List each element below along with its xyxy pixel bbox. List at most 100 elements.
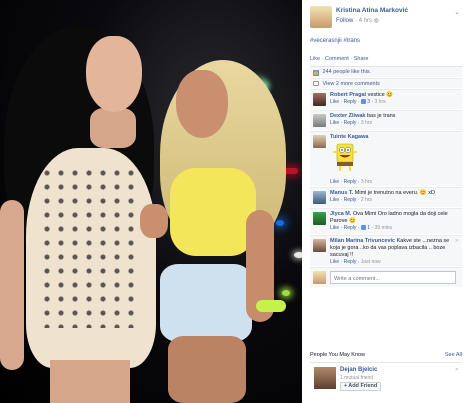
close-icon[interactable]: ✕ [455, 238, 459, 244]
comment-time[interactable]: 3 hrs [361, 179, 372, 185]
add-friend-button[interactable]: +Add Friend [340, 382, 382, 391]
pymk-header: People You May Know See All [310, 352, 462, 361]
pymk-card: Dejan Bjelcic 1 mutual friend +Add Frien… [310, 362, 462, 392]
right-person-wristband [256, 300, 286, 312]
commenter-avatar[interactable] [313, 212, 326, 225]
write-comment-row [310, 267, 462, 287]
right-person-top [170, 168, 256, 256]
people-you-may-know: People You May Know See All Dejan Bjelci… [310, 352, 462, 392]
post-time[interactable]: 4 hrs [359, 18, 372, 24]
spongebob-sticker-icon [333, 143, 357, 171]
comment-meta: Like · Reply · 3 hrs [330, 120, 373, 126]
commenter-name[interactable]: Milan Marina Trivunceviс [330, 238, 395, 244]
commenter-name[interactable]: Dexter Zliwak [330, 113, 365, 119]
comment-time[interactable]: 3 hrs [375, 99, 386, 105]
comment-text: bas je trans [367, 113, 396, 119]
comment-meta: Like · Reply · 2 hrs [330, 197, 373, 203]
comment-body: Milan Marina Trivunceviс Kakve ste ...ne… [330, 238, 458, 266]
comment-time[interactable]: Just now [361, 259, 381, 265]
comment-body: Manus T. Mimi je trenutno na everu. 😊 xD… [330, 190, 458, 204]
comment-reply-link[interactable]: Reply [344, 99, 357, 105]
commenter-avatar[interactable] [313, 239, 326, 252]
separator: · [321, 56, 324, 62]
commenter-avatar[interactable] [313, 191, 326, 204]
author-avatar[interactable] [310, 6, 332, 28]
suggested-avatar[interactable] [314, 367, 336, 389]
post-hashtags[interactable]: #vecerasnjii #trans [310, 38, 360, 44]
comment-reply-link[interactable]: Reply [344, 259, 357, 265]
comment-input[interactable] [330, 271, 456, 284]
separator: · [350, 56, 353, 62]
comment-bubble-icon [313, 81, 319, 86]
comment-like-link[interactable]: Like [330, 120, 339, 126]
view-more-label[interactable]: View 2 more comments [323, 81, 380, 87]
comment-reply-link[interactable]: Reply [344, 120, 357, 126]
view-more-comments[interactable]: View 2 more comments [310, 78, 462, 88]
commenter-name[interactable]: Tuinte Kagawa [330, 134, 368, 140]
post-meta: Follow · 4 hrs ◍ [336, 17, 379, 24]
likes-summary[interactable]: 👍 244 people like this. [310, 66, 462, 77]
comment-body: Tuinte Kagawa [330, 134, 458, 141]
comment-like-link[interactable]: Like [330, 197, 339, 203]
comment-body: Jlyca M. Ova Mimi Oro ladno mogla da doj… [330, 211, 458, 232]
mutual-friends[interactable]: 1 mutual friend [340, 375, 373, 381]
comment-item: Milan Marina Trivunceviс Kakve ste ...ne… [310, 235, 462, 266]
right-person-hand [140, 204, 168, 238]
suggested-name[interactable]: Dejan Bjelcic [340, 367, 377, 373]
comment-like-link[interactable]: Like [330, 259, 339, 265]
comment-like-count[interactable]: 3 [367, 99, 370, 105]
like-link[interactable]: Like [310, 56, 320, 62]
smile-emoji-icon: 😊 [348, 218, 356, 224]
comment-meta-wrap: Like · Reply · 3 hrs [330, 179, 458, 186]
comment-body: Dexter Zliwak bas je trans Like · Reply … [330, 113, 458, 127]
left-person-face [86, 36, 142, 112]
comment-time[interactable]: 2 hrs [361, 197, 372, 203]
comment-like-link[interactable]: Like [330, 99, 339, 105]
commenter-name[interactable]: Manus T. [330, 190, 353, 196]
chevron-down-icon[interactable]: ⌄ [454, 8, 460, 16]
right-person-face [176, 70, 228, 138]
comment-meta: Like · Reply · 3 · 3 hrs [330, 99, 386, 105]
stage-light [276, 220, 284, 226]
comment-reply-link[interactable]: Reply [344, 179, 357, 185]
smile-emoji-icon: 😊 [419, 190, 427, 196]
comment-item: Jlyca M. Ova Mimi Oro ladno mogla da doj… [310, 208, 462, 234]
thumbs-up-icon [360, 225, 366, 230]
comment-item: Dexter Zliwak bas je trans Like · Reply … [310, 110, 462, 130]
right-person-legs [168, 336, 246, 403]
pymk-title: People You May Know [310, 352, 366, 358]
comment-meta: Like · Reply · 3 hrs [330, 179, 373, 185]
comment-link[interactable]: Comment [325, 56, 349, 62]
comment-like-link[interactable]: Like [330, 225, 339, 231]
likes-count-text[interactable]: 244 people like this. [323, 69, 372, 75]
comment-time[interactable]: 39 mins [375, 225, 393, 231]
post-sidebar: Kristina Atina Marković Follow · 4 hrs ◍… [302, 0, 468, 403]
commenter-avatar[interactable] [313, 114, 326, 127]
comment-like-link[interactable]: Like [330, 179, 339, 185]
commenter-name[interactable]: Jlyca M. [330, 211, 351, 217]
comment-like-count[interactable]: 1 [367, 225, 370, 231]
commenter-avatar[interactable] [313, 93, 326, 106]
follow-link[interactable]: Follow [336, 18, 353, 24]
left-person-neck [90, 108, 136, 148]
commenter-name[interactable]: Robert Pragai [330, 92, 366, 98]
comment-item: Tuinte Kagawa Like · Reply · 3 hrs [310, 131, 462, 186]
author-name[interactable]: Kristina Atina Marković [336, 7, 408, 14]
comment-reply-link[interactable]: Reply [344, 225, 357, 231]
see-all-link[interactable]: See All [445, 352, 462, 358]
add-friend-icon: + [344, 383, 348, 389]
comment-reply-link[interactable]: Reply [344, 197, 357, 203]
comment-time[interactable]: 3 hrs [361, 120, 372, 126]
commenter-avatar[interactable] [313, 135, 326, 148]
stage-light [282, 290, 290, 296]
post-photo[interactable] [0, 0, 302, 403]
own-avatar [313, 271, 326, 284]
comment-text: Mimi je trenutno na everu. [354, 190, 419, 196]
close-icon[interactable]: ✕ [455, 367, 459, 373]
share-link[interactable]: Share [354, 56, 369, 62]
post-header: Kristina Atina Marković Follow · 4 hrs ◍… [310, 6, 460, 30]
stage-light [284, 168, 298, 174]
meta-dot: · [355, 18, 358, 24]
left-person-legs [50, 360, 130, 403]
left-person-arm [0, 200, 24, 370]
